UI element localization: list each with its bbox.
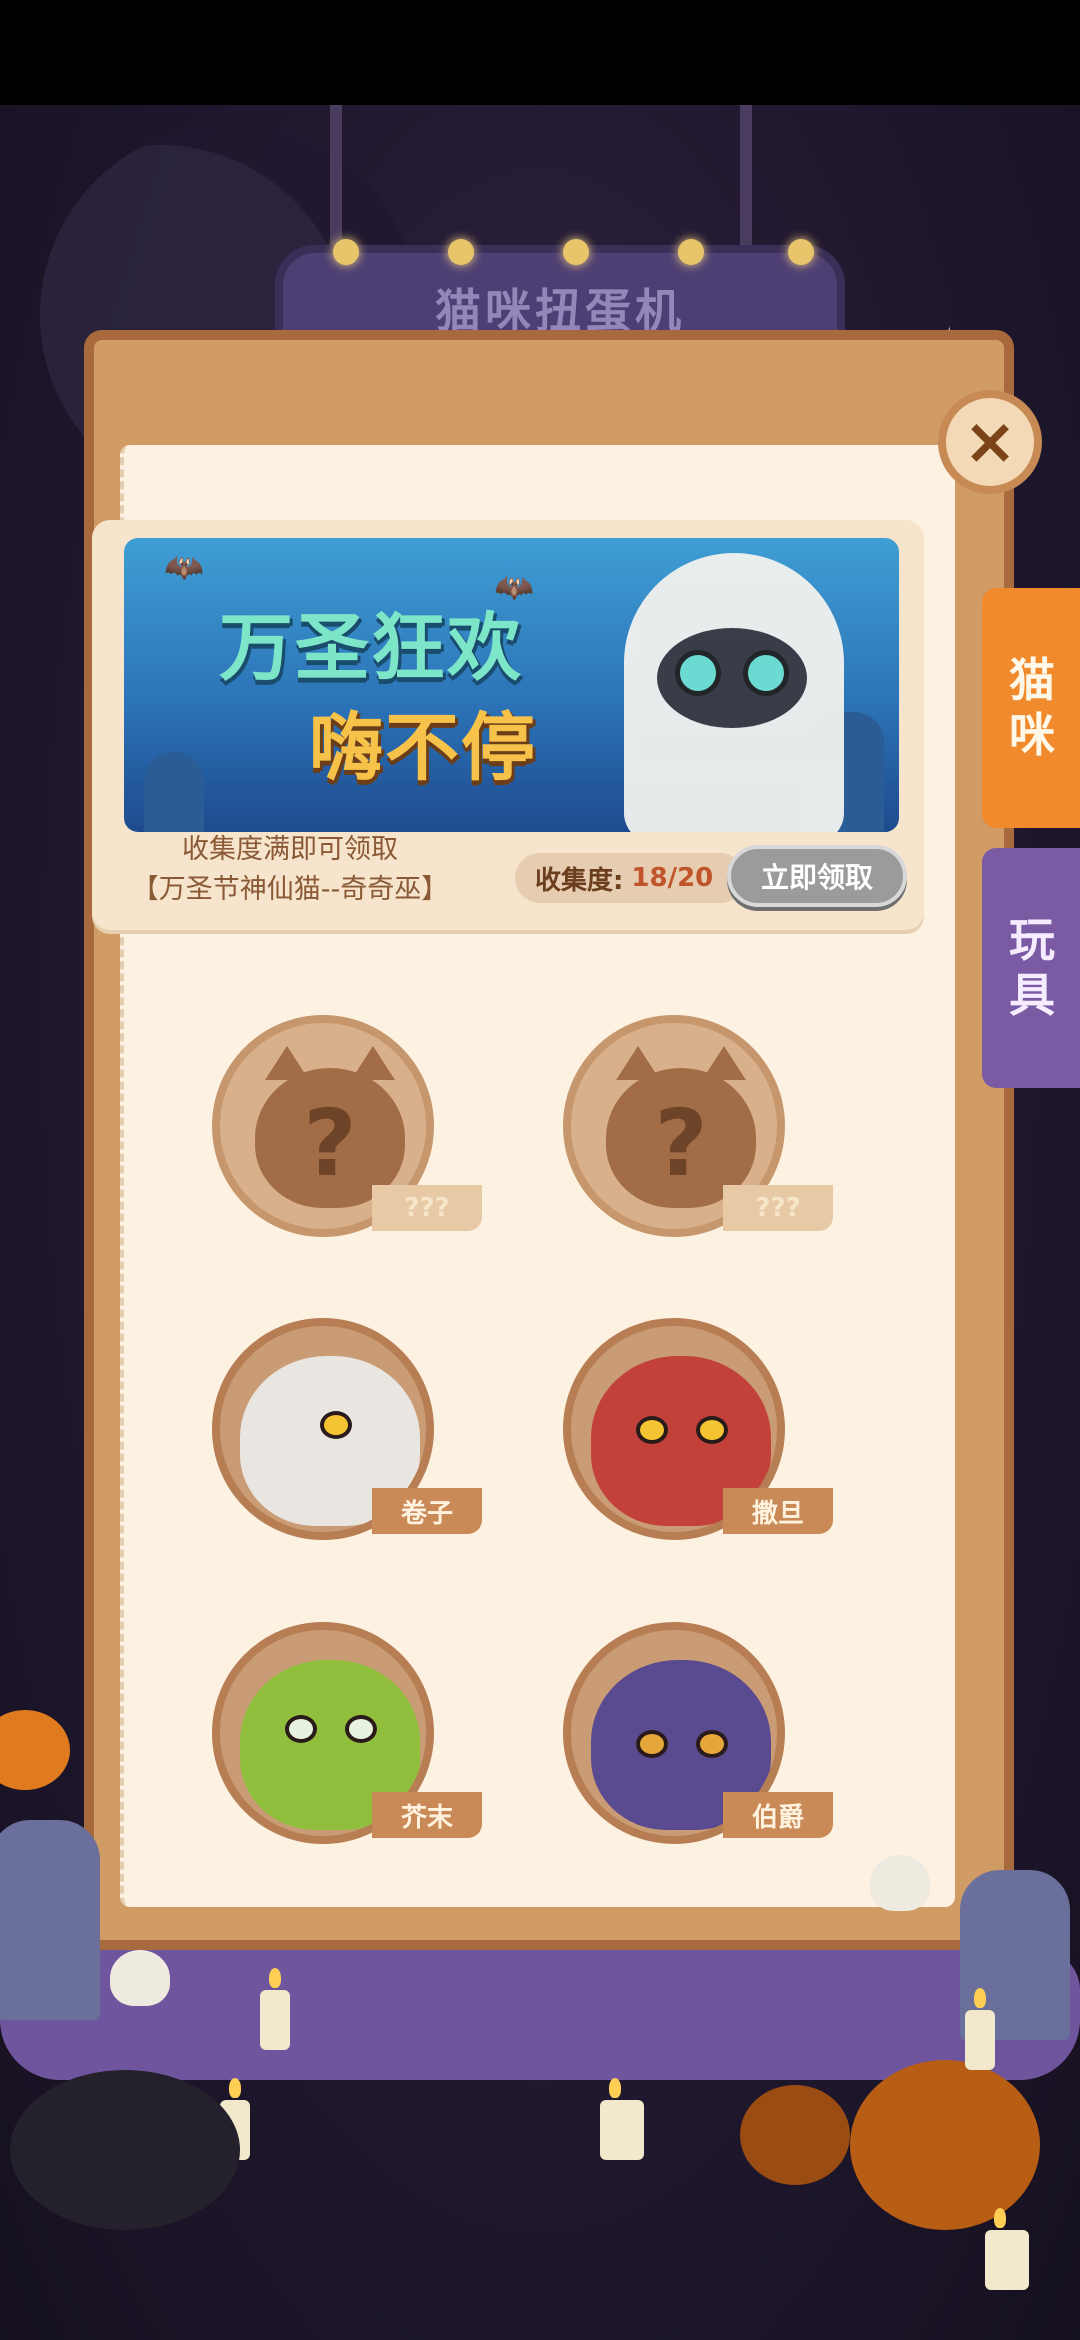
cat-eye: [285, 1715, 317, 1743]
cat-card-frankenstein[interactable]: 芥末: [212, 1622, 492, 1862]
ghost-cat-face: [657, 628, 807, 728]
cat-card-mummy[interactable]: 卷子: [212, 1318, 492, 1558]
candle-decoration: [985, 2208, 1029, 2290]
close-button[interactable]: ×: [938, 390, 1042, 494]
cat-eye: [636, 1416, 668, 1444]
cat-name: ???: [372, 1185, 482, 1231]
collect-tip: 收集度满即可领取 【万圣节神仙猫--奇奇巫】: [110, 830, 470, 910]
cat-name: 卷子: [372, 1488, 482, 1534]
bulb-decoration: [333, 239, 359, 265]
bat-icon: 🦇: [164, 548, 204, 586]
cat-card-locked[interactable]: ? ???: [563, 1015, 843, 1255]
tab-cats-label-2: 咪: [1009, 708, 1055, 762]
cat-eye: [345, 1715, 377, 1743]
cauldron-decoration: [10, 2070, 240, 2230]
progress-value: 18/20: [631, 863, 714, 893]
cat-name: 撒旦: [723, 1488, 833, 1534]
ghost-cat-eye: [675, 650, 721, 696]
candle-decoration: [965, 1988, 995, 2070]
cat-card-locked[interactable]: ? ???: [212, 1015, 492, 1255]
gravestone-decoration: [0, 1820, 100, 2020]
question-mark-icon: ?: [303, 1090, 357, 1197]
cat-name: ???: [723, 1185, 833, 1231]
cat-name: 芥末: [372, 1792, 482, 1838]
tab-toys[interactable]: 玩 具: [982, 848, 1080, 1088]
collect-tip-line2: 【万圣节神仙猫--奇奇巫】: [131, 874, 449, 905]
claim-button[interactable]: 立即领取: [727, 845, 907, 907]
bulb-decoration: [788, 239, 814, 265]
status-bar: [0, 0, 1080, 105]
ghost-cat-eye: [743, 650, 789, 696]
tab-toys-label-1: 玩: [1009, 912, 1055, 967]
cat-eye: [636, 1730, 668, 1758]
cat-eye: [696, 1416, 728, 1444]
close-icon: ×: [963, 405, 1017, 479]
cat-ear: [616, 1046, 660, 1080]
collect-tip-line1: 收集度满即可领取: [182, 834, 398, 865]
question-mark-icon: ?: [654, 1090, 708, 1197]
bulb-decoration: [678, 239, 704, 265]
pumpkin-decoration: [740, 2085, 850, 2185]
banner-title-line1: 万圣狂欢: [219, 605, 523, 691]
cat-ear: [702, 1046, 746, 1080]
jack-o-lantern-decoration: [850, 2060, 1040, 2230]
bulb-decoration: [563, 239, 589, 265]
cat-card-count[interactable]: 伯爵: [563, 1622, 843, 1862]
bulb-decoration: [448, 239, 474, 265]
tab-toys-label-2: 具: [1009, 968, 1055, 1022]
event-banner-image: 🦇 🦇 万圣狂欢 嗨不停: [124, 538, 899, 832]
cat-ear: [265, 1046, 309, 1080]
cat-card-devil[interactable]: 撒旦: [563, 1318, 843, 1558]
banner-title-line2: 嗨不停: [309, 705, 537, 791]
ghost-cat-illustration: [624, 553, 844, 832]
candle-decoration: [260, 1968, 290, 2050]
tombstone-decoration: [144, 752, 204, 832]
tab-cats[interactable]: 猫 咪: [982, 588, 1080, 828]
cat-eye: [320, 1411, 352, 1439]
cat-name: 伯爵: [723, 1792, 833, 1838]
candle-decoration: [600, 2078, 644, 2160]
tab-cats-label-1: 猫: [1009, 652, 1055, 707]
skull-decoration: [870, 1855, 930, 1911]
collection-progress: 收集度: 18/20: [515, 853, 745, 903]
cat-eye: [696, 1730, 728, 1758]
cat-ear: [351, 1046, 395, 1080]
skull-decoration: [110, 1950, 170, 2006]
progress-label: 收集度:: [535, 865, 624, 896]
